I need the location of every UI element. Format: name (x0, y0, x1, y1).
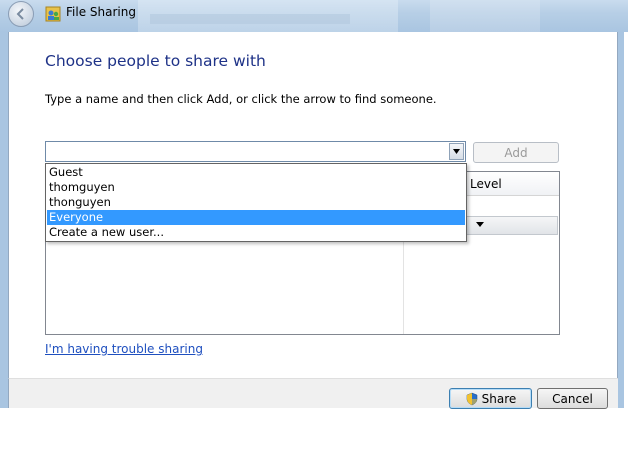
dropdown-option-everyone[interactable]: Everyone (47, 210, 465, 225)
window-title: File Sharing (66, 5, 136, 19)
instruction-text: Type a name and then click Add, or click… (45, 92, 437, 106)
background-blur (430, 0, 540, 32)
uac-shield-icon (466, 392, 477, 405)
dropdown-option-create-user[interactable]: Create a new user... (47, 225, 465, 240)
share-button-label: Share (481, 391, 517, 406)
dropdown-option-thomguyen[interactable]: thomguyen (47, 180, 465, 195)
add-button[interactable]: Add (473, 142, 559, 163)
share-button[interactable]: Share (449, 388, 532, 409)
background-blur (150, 14, 350, 24)
combo-dropdown-button[interactable] (449, 143, 464, 160)
back-button[interactable] (8, 1, 34, 27)
name-dropdown-list: Guest thomguyen thonguyen Everyone Creat… (45, 163, 467, 242)
chevron-down-icon (453, 149, 460, 154)
file-sharing-icon (45, 6, 61, 22)
cancel-button[interactable]: Cancel (537, 388, 608, 409)
name-input[interactable] (45, 141, 466, 162)
dropdown-option-guest[interactable]: Guest (47, 165, 465, 180)
page-heading: Choose people to share with (45, 52, 266, 70)
chevron-down-icon (476, 222, 484, 227)
dropdown-option-thonguyen[interactable]: thonguyen (47, 195, 465, 210)
back-arrow-icon (16, 8, 24, 20)
trouble-sharing-link[interactable]: I'm having trouble sharing (45, 342, 203, 356)
permission-level-header[interactable]: Level (470, 177, 502, 191)
